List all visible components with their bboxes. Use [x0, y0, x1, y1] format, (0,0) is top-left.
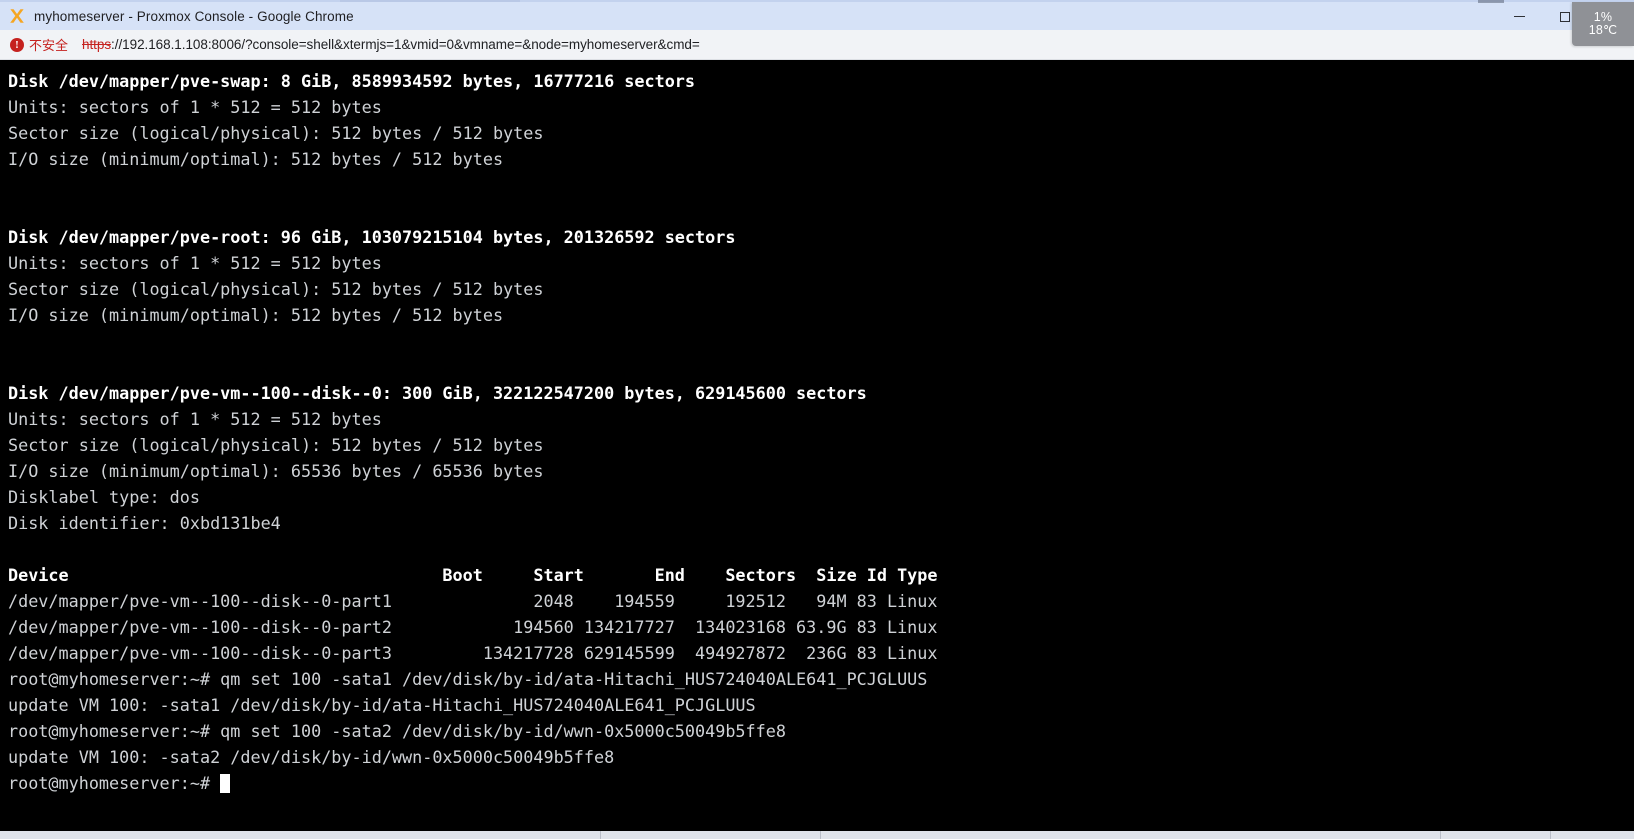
not-secure-label: 不安全 [29, 38, 69, 53]
cpu-usage-value: 1% [1593, 9, 1613, 24]
terminal-line: Disklabel type: dos [8, 487, 200, 507]
xterm-x-icon [8, 7, 26, 25]
xterm-terminal[interactable]: Disk /dev/mapper/pve-swap: 8 GiB, 858993… [0, 62, 1634, 831]
terminal-line: I/O size (minimum/optimal): 65536 bytes … [8, 461, 544, 481]
terminal-line: root@myhomeserver:~# qm set 100 -sata1 /… [8, 669, 928, 689]
terminal-line: Sector size (logical/physical): 512 byte… [8, 435, 544, 455]
shell-prompt: root@myhomeserver:~# [8, 773, 221, 793]
taskbar-divider [1440, 831, 1441, 839]
window-titlebar[interactable]: myhomeserver - Proxmox Console - Google … [0, 0, 1634, 46]
terminal-line: update VM 100: -sata2 /dev/disk/by-id/ww… [8, 747, 615, 767]
terminal-line: I/O size (minimum/optimal): 512 bytes / … [8, 149, 504, 169]
terminal-line: /dev/mapper/pve-vm--100--disk--0-part3 1… [8, 643, 938, 663]
terminal-line: Disk /dev/mapper/pve-swap: 8 GiB, 858993… [8, 71, 696, 91]
terminal-line: /dev/mapper/pve-vm--100--disk--0-part2 1… [8, 617, 938, 637]
temperature-value: 18℃ [1588, 23, 1618, 37]
minimize-button[interactable] [1496, 2, 1542, 32]
terminal-line: Units: sectors of 1 * 512 = 512 bytes [8, 253, 382, 273]
terminal-line: I/O size (minimum/optimal): 512 bytes / … [8, 305, 504, 325]
terminal-prompt-line: root@myhomeserver:~# [8, 770, 1634, 796]
terminal-line: /dev/mapper/pve-vm--100--disk--0-part1 2… [8, 591, 938, 611]
taskbar-divider [600, 831, 601, 839]
window-title: myhomeserver - Proxmox Console - Google … [34, 8, 354, 24]
chrome-browser-window: myhomeserver - Proxmox Console - Google … [0, 0, 1634, 839]
terminal-line: Disk identifier: 0xbd131be4 [8, 513, 281, 533]
terminal-line: Sector size (logical/physical): 512 byte… [8, 123, 544, 143]
system-status-widget[interactable]: 1% 18℃ [1572, 2, 1634, 46]
taskbar-divider [820, 831, 821, 839]
url-remainder: ://192.168.1.108:8006/?console=shell&xte… [111, 37, 700, 52]
terminal-cursor [220, 774, 231, 793]
terminal-line: Device Boot Start End Sectors Size Id Ty… [8, 565, 938, 585]
terminal-line: Units: sectors of 1 * 512 = 512 bytes [8, 409, 382, 429]
terminal-line: Sector size (logical/physical): 512 byte… [8, 279, 544, 299]
terminal-line: root@myhomeserver:~# qm set 100 -sata2 /… [8, 721, 786, 741]
terminal-line: Disk /dev/mapper/pve-root: 96 GiB, 10307… [8, 227, 736, 247]
not-secure-icon: ! [10, 37, 24, 52]
os-taskbar[interactable] [0, 831, 1634, 839]
terminal-line: Units: sectors of 1 * 512 = 512 bytes [8, 97, 382, 117]
taskbar-divider [1550, 831, 1551, 839]
address-bar-url[interactable]: https://192.168.1.108:8006/?console=shel… [82, 37, 700, 52]
not-secure-badge[interactable]: ! 不安全 [10, 35, 68, 54]
url-scheme: https [82, 37, 112, 52]
omnibox-row[interactable]: ! 不安全 https://192.168.1.108:8006/?consol… [0, 30, 1634, 60]
terminal-line: Disk /dev/mapper/pve-vm--100--disk--0: 3… [8, 383, 867, 403]
terminal-output: Disk /dev/mapper/pve-swap: 8 GiB, 858993… [8, 68, 1634, 796]
terminal-line: update VM 100: -sata1 /dev/disk/by-id/at… [8, 695, 756, 715]
